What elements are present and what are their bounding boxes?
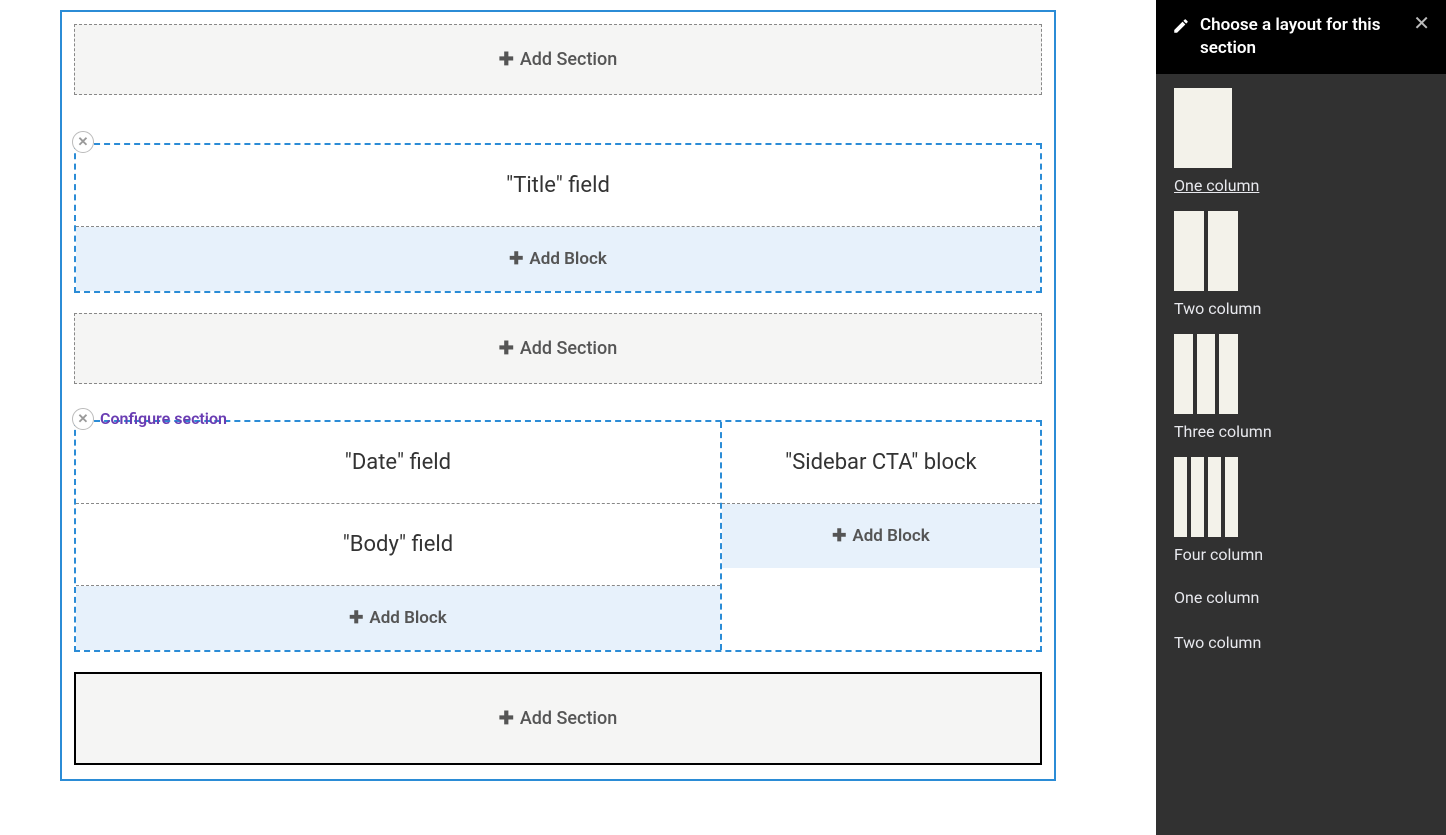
section-title: ✕ "Title" field ✚Add Block [74,143,1042,293]
remove-section-button[interactable]: ✕ [72,408,94,430]
region-sidebar: "Sidebar CTA" block ✚ Add Block [722,422,1040,650]
plus-icon: ✚ [832,526,846,546]
layout-option-two-column-text[interactable]: Two column [1174,625,1428,660]
layout-chooser-panel: Choose a layout for this section ✕ One c… [1156,0,1446,835]
add-section-button-top[interactable]: ✚ Add Section [74,24,1042,95]
layout-thumb-four [1174,457,1238,537]
layout-option-one-column[interactable]: One column [1174,88,1428,201]
block-sidebar-cta[interactable]: "Sidebar CTA" block [722,422,1040,504]
remove-section-button[interactable]: ✕ [72,131,94,153]
section-region-twocol: "Date" field "Body" field ✚ Add Block "Si… [74,420,1042,652]
plus-icon: ✚ [509,249,523,269]
close-icon: ✕ [78,135,89,150]
layout-editor: ✚Add Section ✕ "Title" field ✚Add Block … [0,0,1156,835]
layout-option-three-column[interactable]: Three column [1174,334,1428,447]
section-region-onecol: "Title" field ✚ Add Block [74,143,1042,293]
layout-option-four-column[interactable]: Four column [1174,457,1428,570]
plus-icon: ✚ [499,49,514,70]
add-section-button-mid[interactable]: ✚ Add Section [74,313,1042,384]
panel-title: Choose a layout for this section [1200,14,1413,60]
layout-option-label: Two column [1174,299,1428,318]
add-section-button-current[interactable]: ✚ Add Section [74,672,1042,765]
close-icon: ✕ [78,412,89,427]
add-block-label: Add Block [852,526,929,546]
region-main: "Date" field "Body" field ✚ Add Block [76,422,722,650]
layout-option-two-column[interactable]: Two column [1174,211,1428,324]
layout-option-label: Four column [1174,545,1428,564]
block-date-field[interactable]: "Date" field [76,422,720,504]
panel-close-button[interactable]: ✕ [1413,14,1430,34]
section-two-column: ✕ Configure section "Date" field "Body" … [74,420,1042,652]
add-section-label: Add Section [520,338,617,359]
layout-thumb-three [1174,334,1238,414]
layout-thumb-one [1174,88,1232,168]
layout-option-label: One column [1174,176,1428,195]
configure-section-link[interactable]: Configure section [100,409,227,428]
plus-icon: ✚ [349,608,363,628]
add-block-button[interactable]: ✚ Add Block [76,586,720,650]
layout-thumb-two [1174,211,1238,291]
panel-header: Choose a layout for this section ✕ [1156,0,1446,74]
block-body-field[interactable]: "Body" field [76,504,720,586]
add-section-label: Add Section [520,49,617,70]
add-block-label: Add Block [529,249,606,269]
add-block-label: Add Block [369,608,446,628]
layout-option-label: Three column [1174,422,1428,441]
plus-icon: ✚ [499,338,514,359]
layout-options-list: One column Two column Three column Four … [1156,74,1446,674]
layout-option-one-column-text[interactable]: One column [1174,580,1428,615]
block-title-field[interactable]: "Title" field [76,145,1040,227]
pencil-icon [1172,17,1190,39]
add-block-button[interactable]: ✚ Add Block [76,227,1040,291]
add-section-label: Add Section [520,708,617,729]
layout-container: ✚Add Section ✕ "Title" field ✚Add Block … [60,10,1056,781]
add-block-button[interactable]: ✚ Add Block [722,504,1040,568]
region-content: "Title" field ✚ Add Block [76,145,1040,291]
plus-icon: ✚ [499,708,514,729]
close-icon: ✕ [1413,13,1430,35]
